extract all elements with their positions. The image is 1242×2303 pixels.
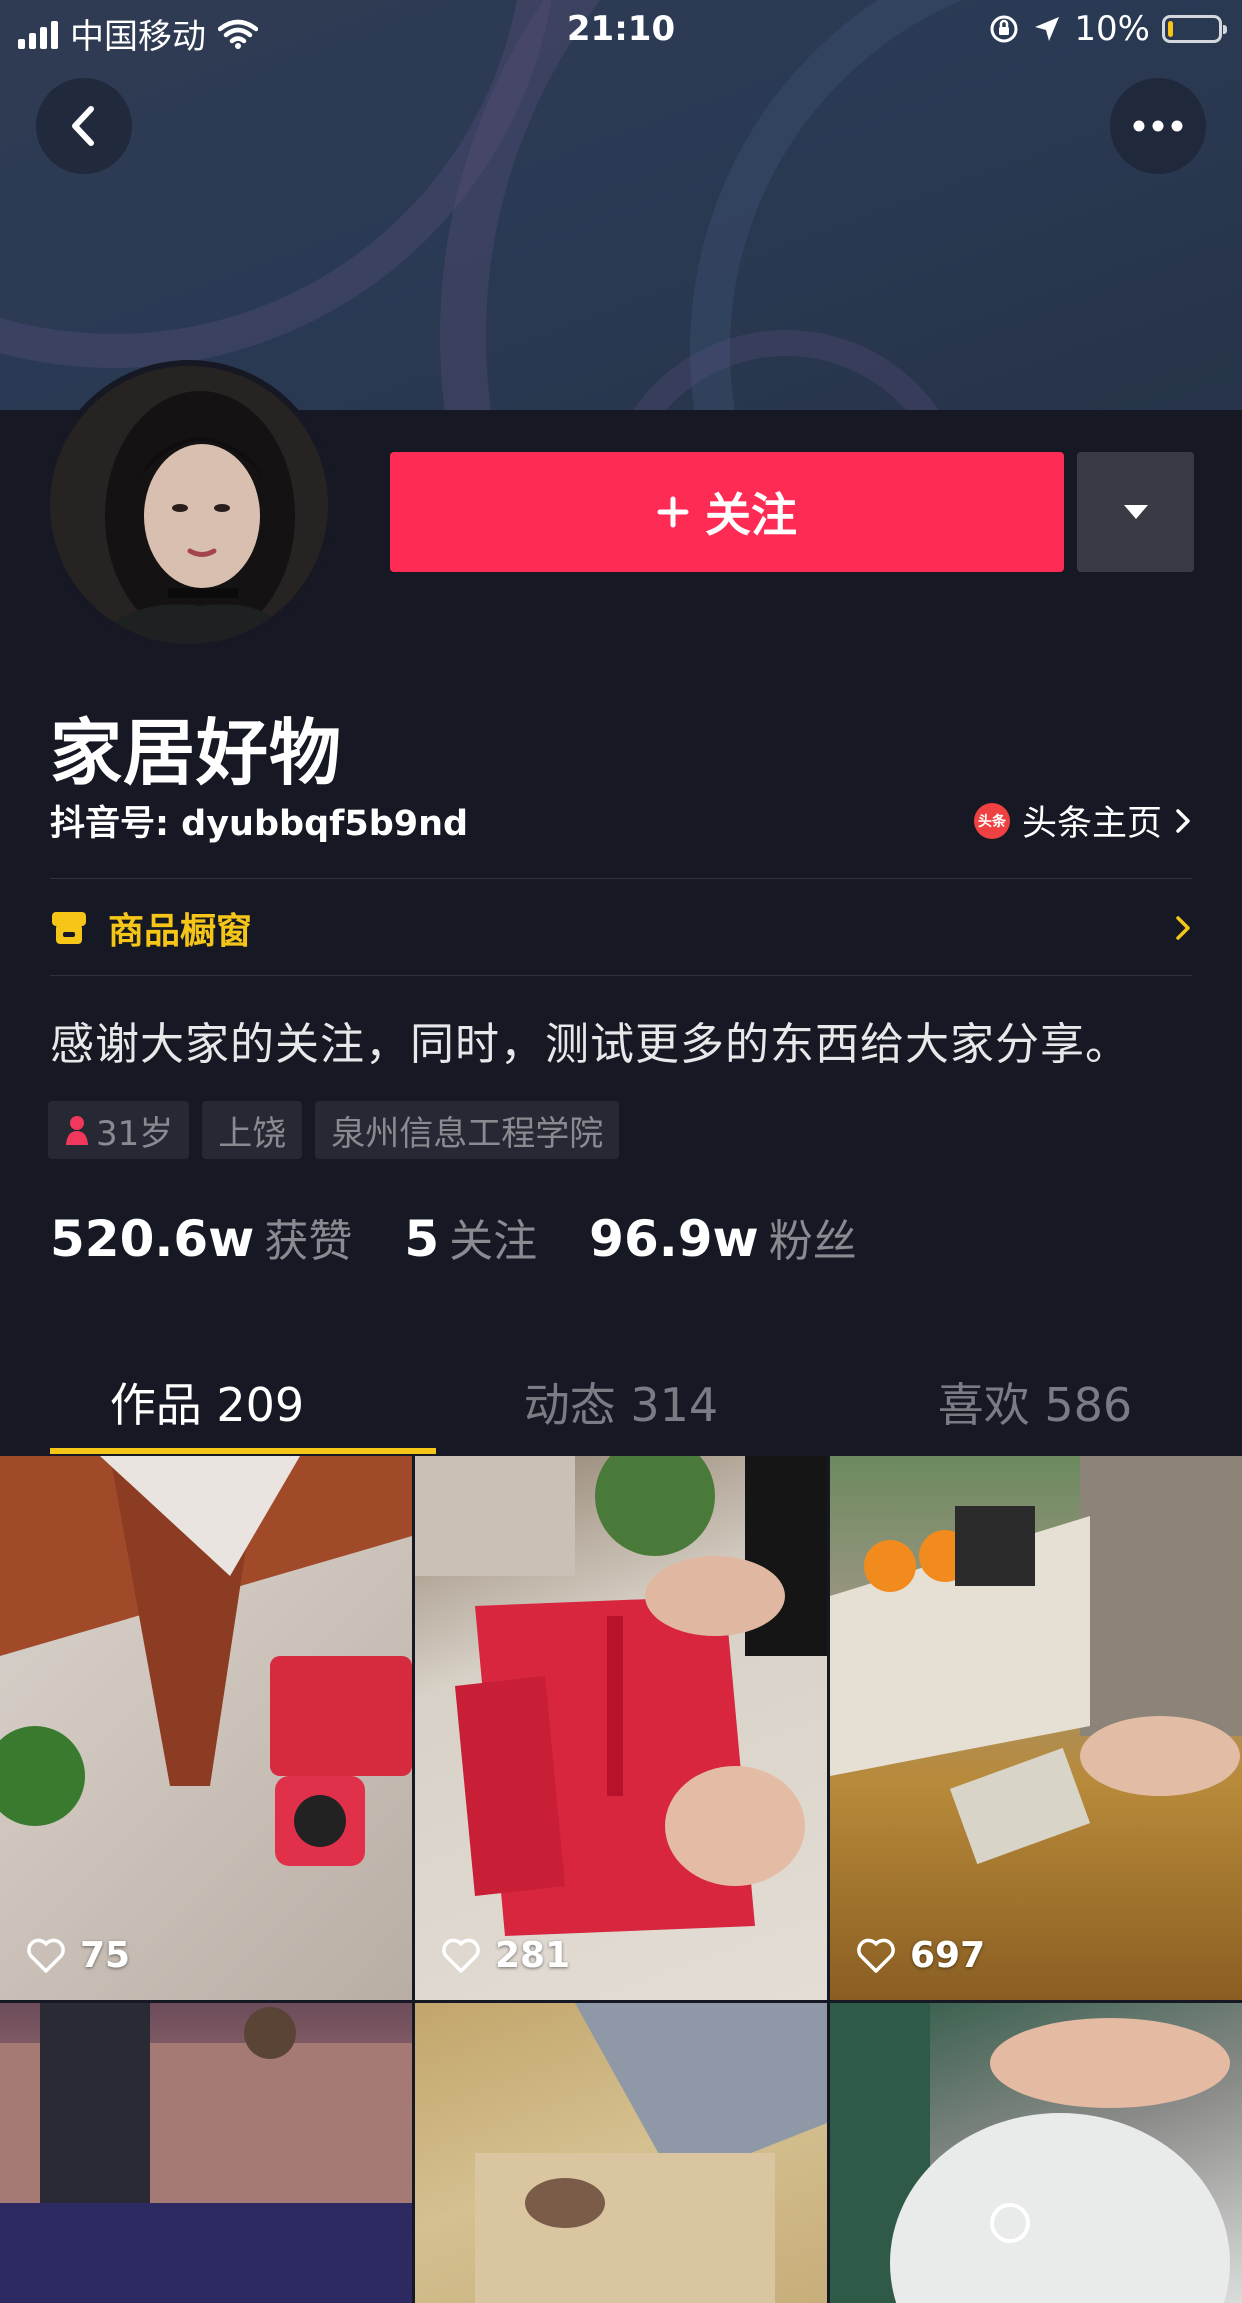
divider [50, 975, 1192, 976]
video-thumbnail[interactable]: 75 [0, 1456, 412, 2000]
back-button[interactable] [36, 78, 132, 174]
school-label: 泉州信息工程学院 [331, 1113, 604, 1154]
profile-tags: 31岁 上饶 泉州信息工程学院 [48, 1101, 620, 1159]
profile-cover [0, 0, 1242, 410]
likes-count: 75 [80, 1935, 131, 1976]
likes-label: 获赞 [264, 1216, 353, 1267]
following-count: 5 [404, 1210, 440, 1268]
heart-icon [27, 1938, 65, 1973]
fans-label: 粉丝 [768, 1216, 857, 1267]
toutiao-label: 头条主页 [1021, 804, 1162, 844]
shop-label: 商品橱窗 [108, 911, 253, 952]
female-icon [66, 1116, 88, 1145]
divider [50, 878, 1192, 879]
age-tag: 31岁 [48, 1101, 190, 1159]
avatar-photo [50, 366, 328, 644]
rotation-lock-icon [990, 15, 1018, 43]
age-label: 31岁 [96, 1113, 174, 1154]
recommend-dropdown-button[interactable] [1077, 452, 1194, 572]
video-likes: 281 [441, 1935, 570, 1976]
thumbnail-image [0, 2003, 412, 2303]
city-tag: 上饶 [202, 1101, 303, 1159]
video-thumbnail[interactable]: 281 [415, 1456, 827, 2000]
tab-works[interactable]: 作品 209 [0, 1350, 436, 1454]
video-likes: 75 [26, 1935, 130, 1976]
content-tabs: 作品 209 动态 314 喜欢 586 [0, 1350, 1242, 1454]
video-thumbnail[interactable] [0, 2003, 412, 2303]
following-label: 关注 [449, 1216, 538, 1267]
bio: 感谢大家的关注，同时，测试更多的东西给大家分享。 [50, 1019, 1130, 1070]
location-icon [1035, 17, 1060, 41]
follow-button[interactable]: 关注 [390, 452, 1064, 572]
avatar[interactable] [44, 360, 334, 650]
video-thumbnail[interactable] [830, 2003, 1242, 2303]
tab-dynamics-label: 动态 314 [523, 1378, 719, 1432]
video-thumbnail[interactable]: 697 [830, 1456, 1242, 2000]
school-tag: 泉州信息工程学院 [315, 1101, 620, 1159]
thumbnail-image [0, 1456, 412, 1866]
chevron-right-icon [1176, 808, 1190, 833]
video-likes: 697 [856, 1935, 985, 1976]
douyin-id: 抖音号: dyubbqf5b9nd [50, 804, 469, 844]
follow-label: 关注 [705, 488, 797, 542]
thumbnail-image [830, 2003, 1230, 2303]
active-tab-indicator [50, 1448, 436, 1454]
product-showcase-link[interactable]: 商品橱窗 [50, 880, 1192, 976]
chevron-right-icon [1176, 916, 1190, 940]
likes-count: 520.6w [50, 1210, 255, 1268]
nickname: 家居好物 [50, 711, 343, 795]
battery-percent: 10% [1074, 9, 1150, 49]
heart-icon [857, 1938, 895, 1973]
toutiao-homepage-link[interactable]: 头条 头条主页 [973, 795, 1192, 846]
more-dots-icon [1133, 120, 1183, 132]
shop-icon [52, 912, 86, 944]
tab-likes-label: 喜欢 586 [937, 1378, 1133, 1432]
following-stat[interactable]: 5 关注 [404, 1205, 537, 1269]
toutiao-logo-icon: 头条 [973, 802, 1010, 839]
likes-stat[interactable]: 520.6w 获赞 [50, 1205, 352, 1269]
thumbnail-image [415, 1456, 827, 1936]
fans-stat[interactable]: 96.9w 粉丝 [589, 1205, 857, 1269]
caret-down-icon [1123, 505, 1148, 519]
heart-icon [442, 1938, 480, 1973]
chevron-left-icon [72, 106, 94, 146]
status-bar: 中国移动 21:10 10% [0, 0, 1242, 58]
tab-likes[interactable]: 喜欢 586 [828, 1350, 1242, 1454]
likes-count: 281 [495, 1935, 571, 1976]
tab-works-label: 作品 209 [109, 1378, 305, 1432]
profile-stats: 520.6w 获赞 5 关注 96.9w 粉丝 [50, 1205, 909, 1269]
plus-icon [657, 496, 689, 528]
video-grid: 75 281 697 [0, 1456, 1242, 2303]
fans-count: 96.9w [589, 1210, 759, 1268]
thumbnail-image [475, 2003, 827, 2303]
video-thumbnail[interactable] [415, 2003, 827, 2303]
likes-count: 697 [910, 1935, 986, 1976]
battery-icon [1162, 15, 1227, 43]
battery-level [1168, 21, 1174, 37]
thumbnail-image [830, 1456, 1242, 1865]
more-button[interactable] [1110, 78, 1206, 174]
city-label: 上饶 [218, 1113, 287, 1154]
tab-dynamics[interactable]: 动态 314 [414, 1350, 828, 1454]
